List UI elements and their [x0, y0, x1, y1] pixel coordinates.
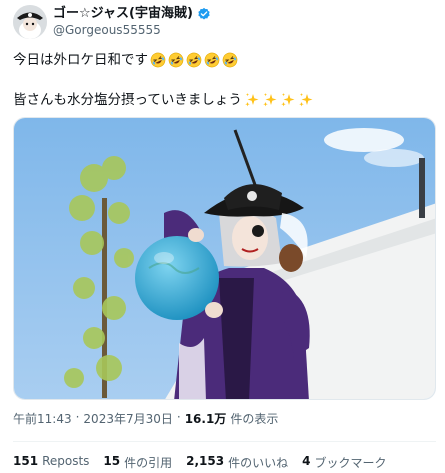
quotes-count: 15 [103, 454, 121, 468]
reposts-count: 151 [13, 454, 39, 468]
sparkles-emoji-icon [280, 92, 296, 108]
likes-label: 件のいいね [228, 456, 289, 470]
author-handle[interactable]: @Gorgeous55555 [53, 23, 161, 37]
divider [13, 441, 436, 442]
tweet-line-2: 皆さんも水分塩分摂っていきましょう [13, 90, 433, 110]
sparkles-emoji-icon [244, 92, 260, 108]
tweet-time[interactable]: 午前11:43 [13, 410, 72, 427]
likes-stat[interactable]: 2,153 件のいいね [186, 454, 288, 471]
author-display-name[interactable]: ゴー☆ジャス(宇宙海賊) [53, 6, 211, 22]
tweet-text: 今日は外ロケ日和です 皆さんも水分塩分摂っていきましょう [13, 50, 433, 110]
views-count: 16.1万 [184, 412, 227, 426]
bookmarks-count: 4 [302, 454, 311, 468]
tweet-line-1: 今日は外ロケ日和です [13, 50, 433, 70]
laughing-emoji-row [150, 52, 238, 68]
reposts-stat[interactable]: 151 Reposts [13, 454, 89, 471]
tweet-line-1-text: 今日は外ロケ日和です [13, 52, 148, 68]
tweet-line-2-text: 皆さんも水分塩分摂っていきましょう [13, 92, 242, 108]
engagement-stats: 151 Reposts 15 件の引用 2,153 件のいいね 4 ブックマーク [13, 454, 387, 471]
tweet-meta: 午前11:43 · 2023年7月30日 · 16.1万 件の表示 [13, 410, 278, 427]
views-label: 件の表示 [230, 412, 279, 426]
verified-badge-icon [197, 7, 211, 21]
laughing-emoji-icon [168, 52, 184, 68]
sparkles-emoji-row [244, 92, 314, 108]
bookmarks-label: ブックマーク [314, 456, 387, 470]
avatar[interactable] [13, 5, 47, 39]
laughing-emoji-icon [222, 52, 238, 68]
sparkles-emoji-icon [262, 92, 278, 108]
meta-separator-2: · [176, 410, 181, 424]
bookmarks-stat[interactable]: 4 ブックマーク [302, 454, 386, 471]
laughing-emoji-icon [186, 52, 202, 68]
tweet-photo[interactable] [13, 117, 436, 400]
likes-count: 2,153 [186, 454, 225, 468]
reposts-label: Reposts [42, 454, 90, 468]
quotes-label: 件の引用 [124, 456, 173, 470]
laughing-emoji-icon [204, 52, 220, 68]
sparkles-emoji-icon [298, 92, 314, 108]
author-name-text[interactable]: ゴー☆ジャス(宇宙海賊) [53, 6, 193, 22]
meta-separator: · [75, 410, 80, 424]
quotes-stat[interactable]: 15 件の引用 [103, 454, 172, 471]
laughing-emoji-icon [150, 52, 166, 68]
tweet-date[interactable]: 2023年7月30日 [83, 410, 172, 427]
